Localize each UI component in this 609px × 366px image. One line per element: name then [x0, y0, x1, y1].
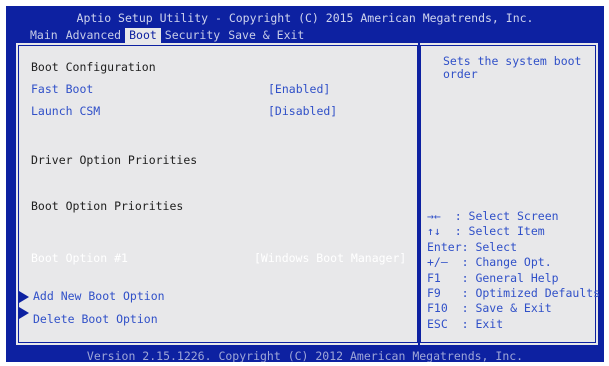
launch-csm-value[interactable]: [Disabled]	[268, 104, 337, 118]
boot-configuration-heading: Boot Configuration	[31, 60, 156, 74]
tab-save-exit[interactable]: Save & Exit	[224, 28, 308, 43]
boot-option-1-value[interactable]: [Windows Boot Manager]	[254, 251, 406, 265]
delete-boot-option[interactable]: Delete Boot Option	[33, 312, 158, 326]
settings-panel-border: Boot Configuration Fast Boot [Enabled] L…	[18, 45, 418, 343]
key-select-screen: →← : Select Screen	[427, 209, 559, 223]
key-select-item: ↑↓ : Select Item	[427, 224, 545, 239]
key-optimized-defaults: F9 : Optimized Defaults	[427, 285, 601, 300]
submenu-arrow-icon	[19, 291, 29, 303]
key-legend: →← : Select Screen ↑↓ : Select Item Ente…	[427, 209, 600, 332]
boot-option-1-label[interactable]: Boot Option #1	[31, 251, 128, 265]
key-exit: ESC : Exit	[427, 316, 504, 331]
help-description: Sets the system boot order	[443, 54, 582, 81]
boot-option-1-row[interactable]: Boot Option #1 [Windows Boot Manager]	[19, 249, 415, 267]
version-footer: Version 2.15.1226. Copyright (C) 2012 Am…	[86, 349, 524, 362]
launch-csm-label[interactable]: Launch CSM	[31, 104, 100, 118]
tab-security[interactable]: Security	[161, 28, 224, 43]
tab-advanced[interactable]: Advanced	[62, 28, 125, 43]
add-new-boot-option[interactable]: Add New Boot Option	[33, 289, 165, 303]
fast-boot-value[interactable]: [Enabled]	[268, 82, 330, 96]
menu-bar: Main Advanced Boot Security Save & Exit	[26, 28, 308, 43]
bios-title: Aptio Setup Utility - Copyright (C) 2015…	[76, 11, 534, 25]
submenu-arrow-icon	[19, 307, 29, 319]
settings-panel: Boot Configuration Fast Boot [Enabled] L…	[16, 43, 418, 345]
key-save-exit: F10 : Save & Exit	[427, 301, 552, 316]
help-panel: Sets the system boot order →← : Select S…	[420, 43, 600, 345]
driver-option-priorities-heading: Driver Option Priorities	[31, 153, 198, 167]
fast-boot-label[interactable]: Fast Boot	[31, 82, 93, 96]
tab-boot[interactable]: Boot	[125, 28, 161, 43]
tab-main[interactable]: Main	[26, 28, 62, 43]
key-enter-select: Enter: Select	[427, 239, 518, 254]
key-change-opt: +/— : Change Opt.	[427, 255, 552, 270]
help-panel-border: Sets the system boot order →← : Select S…	[420, 45, 600, 343]
key-general-help: F1 : General Help	[427, 270, 559, 285]
boot-option-priorities-heading: Boot Option Priorities	[31, 199, 184, 213]
bios-screen: Aptio Setup Utility - Copyright (C) 2015…	[6, 6, 604, 362]
